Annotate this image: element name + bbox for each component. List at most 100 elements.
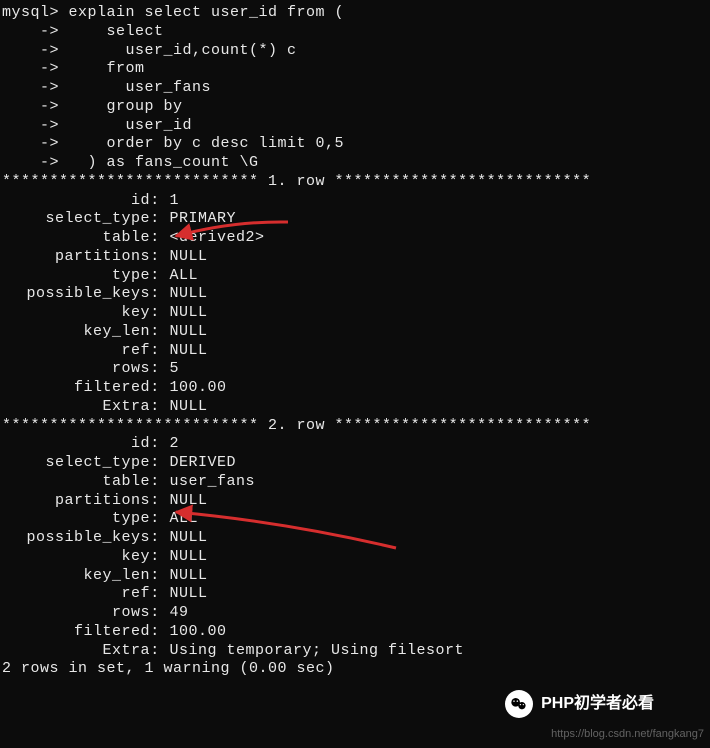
field-key: possible_keys	[2, 285, 150, 304]
field-table: table: user_fans	[2, 473, 708, 492]
field-key: filtered	[2, 379, 150, 398]
field-key: possible_keys	[2, 529, 150, 548]
field-key: key_len	[2, 323, 150, 342]
field-sep: :	[150, 473, 160, 492]
field-key: key: NULL	[2, 304, 708, 323]
field-id: id: 1	[2, 192, 708, 211]
field-id: id: 2	[2, 435, 708, 454]
sql-continuation-line: -> select	[2, 23, 708, 42]
field-value: 100.00	[160, 623, 708, 642]
field-value: NULL	[160, 548, 708, 567]
field-sep: :	[150, 642, 160, 661]
field-value: NULL	[160, 492, 708, 511]
field-value: 5	[160, 360, 708, 379]
field-partitions: partitions: NULL	[2, 492, 708, 511]
field-key: key: NULL	[2, 548, 708, 567]
field-value: ALL	[160, 267, 708, 286]
field-sep: :	[150, 379, 160, 398]
field-key_len: key_len: NULL	[2, 567, 708, 586]
field-value: 100.00	[160, 379, 708, 398]
field-value: DERIVED	[160, 454, 708, 473]
sql-continuation-line: -> user_id,count(*) c	[2, 42, 708, 61]
field-value: Using temporary; Using filesort	[160, 642, 708, 661]
field-value: user_fans	[160, 473, 708, 492]
field-value: NULL	[160, 323, 708, 342]
field-key: Extra	[2, 642, 150, 661]
wechat-icon	[505, 690, 533, 718]
field-sep: :	[150, 492, 160, 511]
field-sep: :	[150, 304, 160, 323]
field-sep: :	[150, 623, 160, 642]
sql-continuation-line: -> user_fans	[2, 79, 708, 98]
field-key: partitions	[2, 248, 150, 267]
field-sep: :	[150, 435, 160, 454]
field-key: select_type	[2, 454, 150, 473]
field-sep: :	[150, 285, 160, 304]
field-filtered: filtered: 100.00	[2, 623, 708, 642]
field-key_len: key_len: NULL	[2, 323, 708, 342]
field-sep: :	[150, 342, 160, 361]
field-table: table: <derived2>	[2, 229, 708, 248]
field-value: PRIMARY	[160, 210, 708, 229]
field-rows: rows: 5	[2, 360, 708, 379]
field-key: Extra	[2, 398, 150, 417]
field-possible_keys: possible_keys: NULL	[2, 285, 708, 304]
wechat-badge: PHP初学者必看	[505, 690, 654, 718]
field-sep: :	[150, 510, 160, 529]
field-extra: Extra: NULL	[2, 398, 708, 417]
field-key: key	[2, 304, 150, 323]
field-key: ref	[2, 342, 150, 361]
field-select_type: select_type: DERIVED	[2, 454, 708, 473]
watermark: https://blog.csdn.net/fangkang7	[551, 728, 704, 742]
field-value: NULL	[160, 585, 708, 604]
field-sep: :	[150, 210, 160, 229]
field-possible_keys: possible_keys: NULL	[2, 529, 708, 548]
field-key: key_len	[2, 567, 150, 586]
field-value: NULL	[160, 567, 708, 586]
field-key: id	[2, 435, 150, 454]
field-sep: :	[150, 248, 160, 267]
field-type: type: ALL	[2, 267, 708, 286]
field-key: id	[2, 192, 150, 211]
field-sep: :	[150, 323, 160, 342]
field-key: table	[2, 229, 150, 248]
field-value: NULL	[160, 248, 708, 267]
field-extra: Extra: Using temporary; Using filesort	[2, 642, 708, 661]
field-sep: :	[150, 585, 160, 604]
sql-prompt-line: mysql> explain select user_id from (	[2, 4, 708, 23]
field-value: NULL	[160, 342, 708, 361]
field-value: NULL	[160, 398, 708, 417]
field-key: key	[2, 548, 150, 567]
sql-continuation-line: -> group by	[2, 98, 708, 117]
field-ref: ref: NULL	[2, 342, 708, 361]
field-key: filtered	[2, 623, 150, 642]
field-sep: :	[150, 529, 160, 548]
row-header: *************************** 2. row *****…	[2, 417, 708, 436]
field-sep: :	[150, 267, 160, 286]
field-select_type: select_type: PRIMARY	[2, 210, 708, 229]
field-key: type	[2, 510, 150, 529]
field-value: 2	[160, 435, 708, 454]
field-value: NULL	[160, 304, 708, 323]
field-value: NULL	[160, 285, 708, 304]
field-value: 1	[160, 192, 708, 211]
field-key: select_type	[2, 210, 150, 229]
sql-continuation-line: -> order by c desc limit 0,5	[2, 135, 708, 154]
field-filtered: filtered: 100.00	[2, 379, 708, 398]
field-value: 49	[160, 604, 708, 623]
field-rows: rows: 49	[2, 604, 708, 623]
field-sep: :	[150, 548, 160, 567]
field-sep: :	[150, 567, 160, 586]
sql-continuation-line: -> ) as fans_count \G	[2, 154, 708, 173]
sql-continuation-line: -> user_id	[2, 117, 708, 136]
field-type: type: ALL	[2, 510, 708, 529]
field-key: rows	[2, 604, 150, 623]
field-sep: :	[150, 604, 160, 623]
wechat-label: PHP初学者必看	[541, 694, 654, 714]
result-footer: 2 rows in set, 1 warning (0.00 sec)	[2, 660, 708, 679]
field-key: type	[2, 267, 150, 286]
sql-continuation-line: -> from	[2, 60, 708, 79]
field-sep: :	[150, 398, 160, 417]
field-key: rows	[2, 360, 150, 379]
field-key: partitions	[2, 492, 150, 511]
